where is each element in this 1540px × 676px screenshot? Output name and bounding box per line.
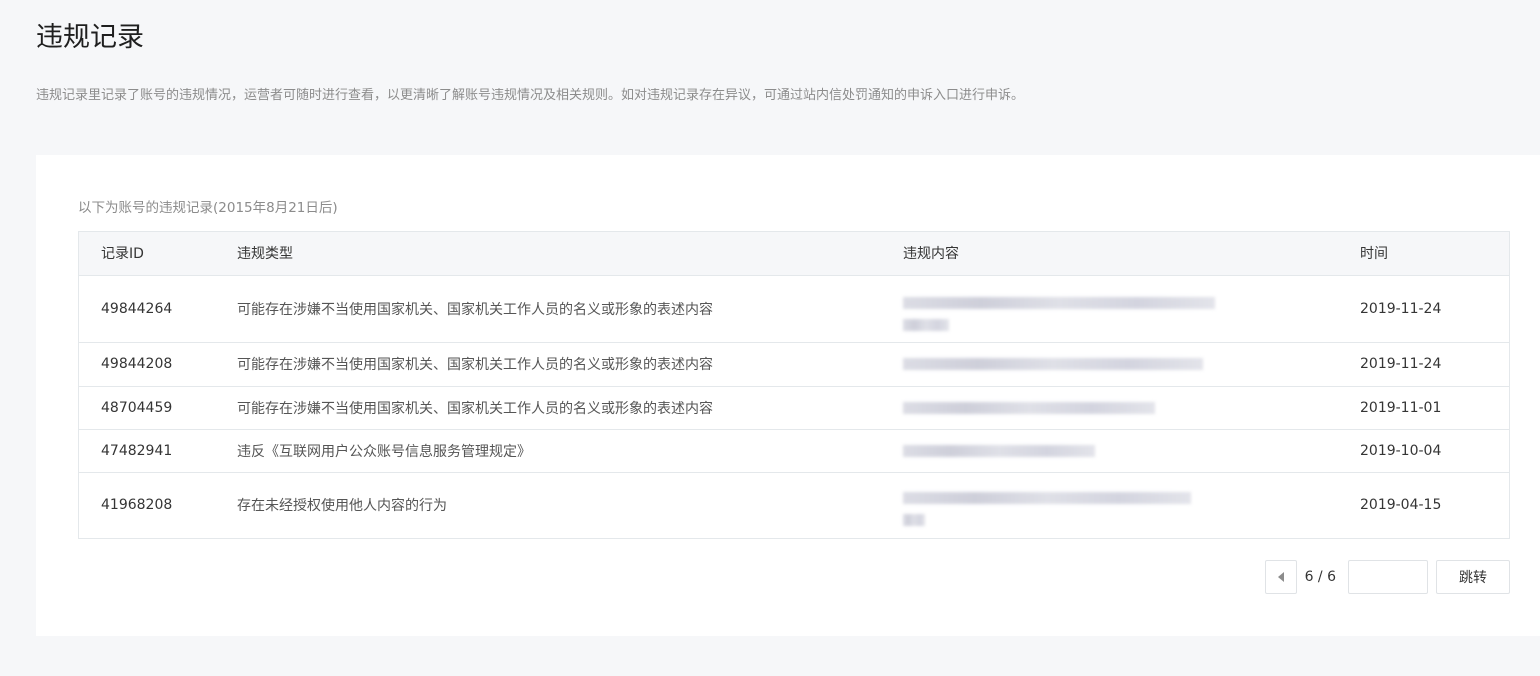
violation-type: 可能存在涉嫌不当使用国家机关、国家机关工作人员的名义或形象的表述内容 — [215, 386, 881, 430]
caret-left-icon — [1277, 572, 1284, 582]
jump-button[interactable]: 跳转 — [1436, 560, 1510, 594]
record-time: 2019-10-04 — [1338, 429, 1509, 473]
header-violation-type: 违规类型 — [215, 232, 881, 276]
record-time: 2019-04-15 — [1360, 497, 1442, 514]
page-description: 违规记录里记录了账号的违规情况，运营者可随时进行查看，以更清晰了解账号违规情况及… — [36, 88, 1025, 103]
table-header-row: 记录ID 违规类型 违规内容 时间 — [79, 232, 1509, 276]
record-id: 41968208 — [101, 497, 173, 514]
violation-content-blurred — [881, 429, 1338, 473]
violation-content-blurred — [881, 472, 1338, 538]
pagination: 6 / 6 跳转 — [1264, 560, 1510, 594]
prev-page-button[interactable] — [1264, 560, 1297, 594]
record-time: 2019-11-24 — [1338, 342, 1509, 387]
record-id: 49844264 — [79, 275, 215, 343]
violation-content-blurred — [881, 275, 1338, 343]
violation-records-card: 以下为账号的违规记录(2015年8月21日后) 记录ID 违规类型 违规内容 时… — [36, 155, 1540, 636]
table-row: 49844264 可能存在涉嫌不当使用国家机关、国家机关工作人员的名义或形象的表… — [79, 275, 1509, 343]
blurred-content — [903, 398, 1338, 418]
header-time: 时间 — [1338, 232, 1509, 276]
table-row: 47482941 违反《互联网用户公众账号信息服务管理规定》 2019-10-0… — [79, 429, 1509, 473]
page-number-input[interactable] — [1348, 560, 1428, 594]
record-id: 48704459 — [79, 386, 215, 430]
violation-content-blurred — [881, 386, 1338, 430]
record-id: 49844208 — [79, 342, 215, 387]
violation-content-blurred — [881, 342, 1338, 387]
table-row: 48704459 可能存在涉嫌不当使用国家机关、国家机关工作人员的名义或形象的表… — [79, 386, 1509, 430]
record-id: 47482941 — [79, 429, 215, 473]
table-row: 41968208 存在未经授权使用他人内容的行为 2019-04-15 — [79, 472, 1509, 538]
header-record-id: 记录ID — [79, 232, 215, 276]
blurred-content — [903, 482, 1338, 528]
blurred-content — [903, 354, 1338, 374]
records-subtitle: 以下为账号的违规记录(2015年8月21日后) — [78, 200, 338, 216]
violation-type: 可能存在涉嫌不当使用国家机关、国家机关工作人员的名义或形象的表述内容 — [215, 275, 881, 343]
record-time: 2019-11-01 — [1338, 386, 1509, 430]
violation-table: 记录ID 违规类型 违规内容 时间 49844264 可能存在涉嫌不当使用国家机… — [78, 231, 1510, 539]
page-title: 违规记录 — [36, 22, 144, 53]
blurred-content — [903, 441, 1338, 461]
blurred-content — [903, 289, 1338, 331]
page-indicator: 6 / 6 — [1304, 569, 1336, 585]
header-violation-content: 违规内容 — [881, 232, 1338, 276]
record-time: 2019-11-24 — [1338, 275, 1509, 343]
violation-type: 存在未经授权使用他人内容的行为 — [237, 498, 447, 515]
violation-type: 违反《互联网用户公众账号信息服务管理规定》 — [215, 429, 881, 473]
table-row: 49844208 可能存在涉嫌不当使用国家机关、国家机关工作人员的名义或形象的表… — [79, 342, 1509, 387]
violation-type: 可能存在涉嫌不当使用国家机关、国家机关工作人员的名义或形象的表述内容 — [215, 342, 881, 387]
